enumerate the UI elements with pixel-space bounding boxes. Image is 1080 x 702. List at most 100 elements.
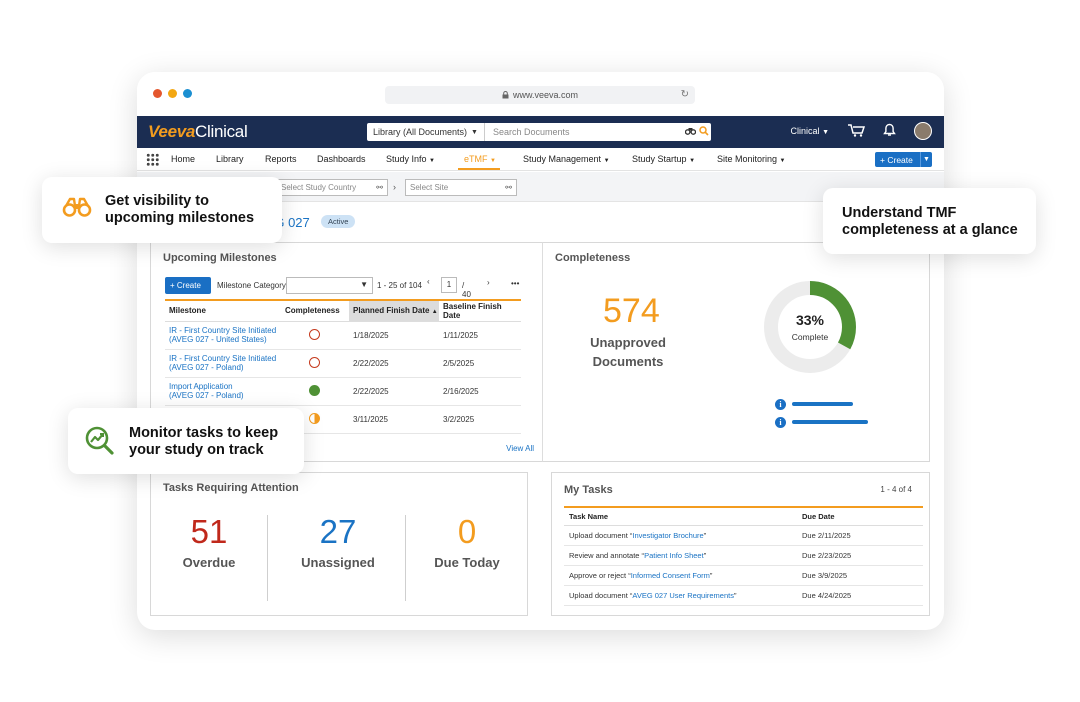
unassigned-count: 27 [319, 513, 357, 550]
col-planned-finish[interactable]: Planned Finish Date ▲ [349, 299, 439, 322]
callout-line1: Get visibility to [105, 193, 209, 209]
task-document-link[interactable]: Informed Consent Form [631, 571, 710, 580]
user-avatar[interactable] [914, 122, 932, 140]
completeness-donut[interactable]: 33% Complete [762, 279, 858, 375]
callout-line1: Understand TMF [842, 205, 957, 221]
search-scope-dropdown[interactable]: Library (All Documents) ▼ [367, 123, 485, 141]
close-dot[interactable] [153, 89, 162, 98]
legend-bar [792, 402, 853, 406]
tmf-callout: Understand TMF completeness at a glance [823, 188, 1036, 254]
search-icon[interactable] [697, 125, 711, 139]
study-country-select[interactable]: Select Study Country ⚯ [276, 179, 388, 196]
header-actions: Clinical ▼ [791, 122, 932, 140]
nav-dashboards[interactable]: Dashboards [317, 154, 366, 164]
callout-text: Get visibility to upcoming milestones [105, 193, 254, 227]
binoculars-icon[interactable] [683, 127, 697, 138]
active-tab-indicator [458, 168, 500, 170]
nav-reports[interactable]: Reports [265, 154, 297, 164]
caret-down-icon: ▼ [360, 280, 368, 289]
maximize-dot[interactable] [183, 89, 192, 98]
nav-site-monitoring[interactable]: Site Monitoring ▼ [717, 154, 786, 164]
minimize-dot[interactable] [168, 89, 177, 98]
tasks-callout: Monitor tasks to keep your study on trac… [68, 408, 304, 474]
info-icon[interactable]: i [775, 398, 786, 410]
col-milestone[interactable]: Milestone [165, 299, 281, 322]
site-select[interactable]: Select Site ⚯ [405, 179, 517, 196]
milestones-toolbar: + Create Milestone Category: ▼ 1 - 25 of… [165, 277, 521, 299]
caret-down-icon: ▼ [490, 158, 496, 164]
unapproved-count[interactable]: 574 [603, 292, 660, 331]
unassigned-stat[interactable]: 27 Unassigned [275, 513, 401, 570]
open-status-icon [309, 356, 320, 368]
milestone-link[interactable]: Import Application (AVEG 027 - Poland) [165, 377, 281, 406]
panel-title: My Tasks [564, 484, 613, 496]
create-dropdown-caret-icon[interactable]: ▼ [920, 152, 932, 167]
next-page-icon[interactable]: › [487, 278, 490, 287]
milestone-link[interactable]: IR - First Country Site Initiated (AVEG 0… [165, 321, 281, 350]
col-baseline-finish[interactable]: Baseline Finish Date [439, 299, 521, 322]
reload-icon[interactable]: ↻ [681, 89, 689, 100]
table-row: Approve or reject “Informed Consent Form… [564, 565, 923, 586]
url-bar[interactable]: www.veeva.com ↻ [385, 86, 695, 104]
unapproved-label: Unapproved Documents [577, 333, 679, 371]
create-milestone-button[interactable]: + Create [165, 277, 211, 294]
completeness-legend: i i [775, 395, 868, 431]
more-options-icon[interactable]: ••• [511, 279, 519, 288]
create-button[interactable]: + Create ▼ [875, 152, 932, 167]
milestone-link[interactable]: IR - First Country Site Initiated (AVEG 0… [165, 349, 281, 378]
create-button-label: Create [887, 154, 913, 165]
page-input[interactable]: 1 [441, 277, 457, 293]
col-due-date[interactable]: Due Date [797, 506, 923, 526]
planned-date: 1/18/2025 [349, 321, 439, 350]
prev-page-icon[interactable]: ‹ [427, 277, 430, 286]
col-completeness[interactable]: Completeness [281, 299, 349, 322]
completeness-cell [281, 349, 349, 378]
task-document-link[interactable]: Investigator Brochure [632, 531, 703, 540]
table-row: IR - First Country Site Initiated (AVEG 0… [165, 349, 521, 378]
search-input[interactable]: Search Documents [485, 127, 683, 137]
task-document-link[interactable]: AVEG 027 User Requirements [632, 591, 734, 600]
task-document-link[interactable]: Patient Info Sheet [644, 551, 704, 560]
main-nav: Home Library Reports Dashboards Study In… [137, 148, 944, 171]
milestone-category-select[interactable]: ▼ [286, 277, 373, 294]
nav-home[interactable]: Home [171, 154, 195, 164]
callout-line1: Monitor tasks to keep [129, 425, 279, 441]
nav-study-management[interactable]: Study Management ▼ [523, 154, 610, 164]
col-task-name[interactable]: Task Name [564, 506, 797, 526]
callout-line2: your study on track [129, 442, 264, 458]
task-due: Due 4/24/2025 [797, 585, 923, 606]
info-icon[interactable]: i [775, 416, 786, 428]
veeva-clinical-logo[interactable]: VeevaClinical [148, 122, 248, 142]
caret-down-icon: ▼ [779, 158, 786, 164]
baseline-date: 2/5/2025 [439, 349, 521, 378]
unapproved-label-line1: Unapproved [590, 335, 666, 350]
table-header-row: Task Name Due Date [564, 506, 923, 526]
nav-study-startup[interactable]: Study Startup ▼ [632, 154, 695, 164]
app-grid-icon[interactable] [146, 153, 159, 166]
table-row: Import Application (AVEG 027 - Poland) 2/… [165, 377, 521, 406]
tasks-attention-panel: Tasks Requiring Attention 51 Overdue 27 … [150, 472, 528, 616]
unassigned-label: Unassigned [301, 555, 375, 570]
trend-magnifier-icon [85, 426, 115, 461]
task-action: Upload document “ [569, 590, 633, 600]
milestone-study: (AVEG 027 - Poland) [169, 363, 244, 372]
nav-study-info[interactable]: Study Info ▼ [386, 154, 435, 164]
overdue-count: 51 [190, 513, 228, 550]
panel-title: Tasks Requiring Attention [163, 482, 299, 494]
due-today-stat[interactable]: 0 Due Today [404, 513, 530, 570]
cart-icon[interactable] [847, 123, 866, 139]
nav-etmf[interactable]: eTMF ▼ [464, 154, 496, 164]
table-row: Upload document “AVEG 027 User Requireme… [564, 585, 923, 606]
browser-chrome: www.veeva.com ↻ [137, 72, 944, 116]
nav-library[interactable]: Library [216, 154, 244, 164]
panel-title: Upcoming Milestones [163, 252, 277, 264]
overdue-stat[interactable]: 51 Overdue [146, 513, 272, 570]
workspace-dropdown[interactable]: Clinical ▼ [791, 126, 829, 136]
task-quote: ” [703, 550, 707, 560]
completeness-panel: Completeness 574 Unapproved Documents 33… [542, 242, 930, 462]
milestone-name: IR - First Country Site Initiated [169, 326, 277, 335]
bell-icon[interactable] [883, 123, 896, 139]
in-progress-status-icon [309, 412, 320, 424]
binoculars-icon [62, 197, 92, 224]
view-all-link[interactable]: View All [506, 444, 534, 453]
